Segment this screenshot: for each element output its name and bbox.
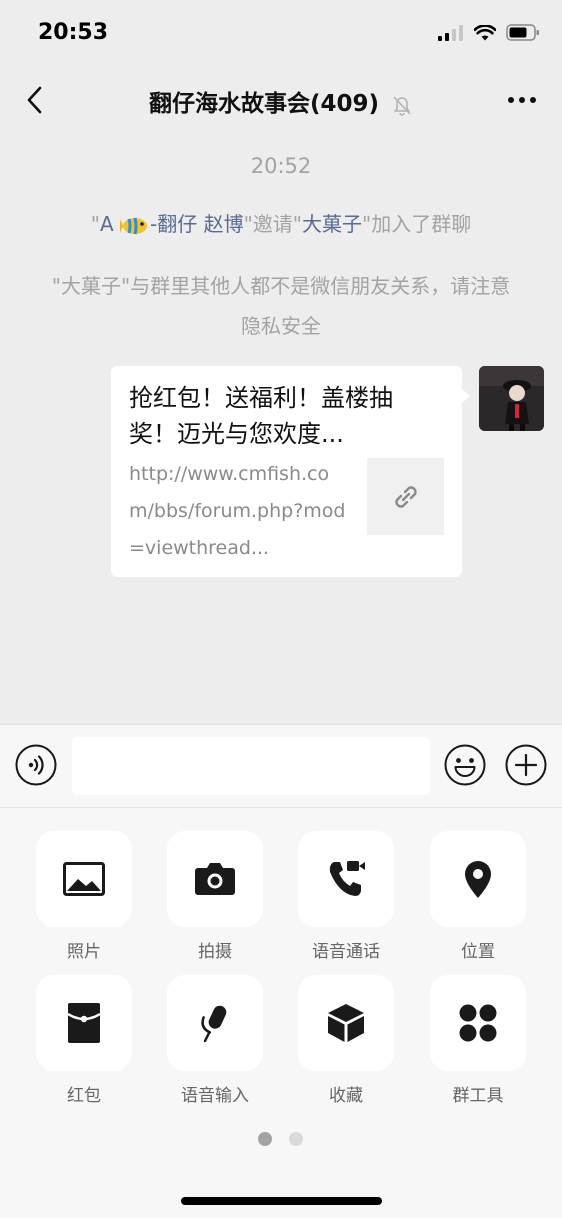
tile-label: 拍摄 [198, 942, 232, 962]
battery-icon [506, 24, 539, 41]
tile-voice-call[interactable]: 语音通话 [298, 831, 394, 962]
more-options-button[interactable] [502, 86, 542, 114]
link-card-message[interactable]: 抢红包！送福利！盖楼抽奖！迈光与您欢度... http://www.cmfish… [111, 366, 470, 577]
tile-location[interactable]: 位置 [430, 831, 526, 962]
invite-text: "邀请" [243, 212, 303, 236]
tile-box [36, 831, 132, 927]
tile-box [167, 975, 263, 1071]
tile-box [298, 975, 394, 1071]
tile-label: 语音输入 [181, 1086, 249, 1106]
emoji-button[interactable] [444, 744, 486, 786]
group-tools-icon [459, 1004, 497, 1042]
voice-call-icon [329, 861, 365, 896]
tile-group-tools[interactable]: 群工具 [430, 975, 526, 1106]
avatar-image [479, 366, 544, 431]
plus-icon [505, 744, 547, 786]
mute-bell-icon [393, 95, 411, 116]
message-timestamp: 20:52 [250, 154, 312, 178]
invitee-name[interactable]: 大菓子 [302, 212, 362, 236]
home-indicator[interactable] [181, 1197, 382, 1205]
cellular-signal-icon [438, 24, 463, 41]
link-card-url: http://www.cmfish.com/bbs/forum.php?mod=… [129, 463, 346, 559]
tile-label: 语音通话 [312, 942, 380, 962]
tile-box [430, 831, 526, 927]
tile-label: 收藏 [329, 1086, 363, 1106]
tile-label: 位置 [461, 942, 495, 962]
chat-title: 翻仔海水故事会(409) [0, 84, 562, 118]
page-indicator [258, 1132, 303, 1146]
group-name: 翻仔海水故事会(409) [148, 91, 380, 117]
message-input[interactable] [72, 737, 430, 795]
more-functions-button[interactable] [505, 744, 547, 786]
system-invite-message: "A -翻仔 赵博"邀请"大菓子"加入了群聊 [0, 208, 562, 238]
inviter-name[interactable]: A [100, 212, 114, 236]
invite-tail: "加入了群聊 [362, 212, 472, 236]
tile-photos[interactable]: 照片 [36, 831, 132, 962]
privacy-notice: "大菓子"与群里其他人都不是微信朋友关系，请注意隐私安全 [51, 274, 511, 338]
tile-camera[interactable]: 拍摄 [167, 831, 263, 962]
location-icon [465, 861, 491, 898]
sender-avatar[interactable] [479, 366, 544, 431]
voice-icon [15, 744, 57, 786]
tile-voice-input[interactable]: 语音输入 [167, 975, 263, 1106]
camera-icon [195, 863, 235, 895]
page-dot[interactable] [289, 1132, 303, 1146]
chat-header: 翻仔海水故事会(409) [0, 66, 562, 132]
red-packet-icon [67, 1003, 101, 1043]
link-card-title: 抢红包！送福利！盖楼抽奖！迈光与您欢度... [129, 384, 393, 448]
quote-mark: " [90, 212, 100, 236]
inviter-name-suffix[interactable]: -翻仔 赵博 [150, 212, 244, 236]
link-icon [394, 485, 417, 508]
tile-favorites[interactable]: 收藏 [298, 975, 394, 1106]
status-bar: 20:53 [0, 0, 562, 66]
tile-box [36, 975, 132, 1071]
photo-icon [63, 862, 105, 896]
fish-emoji-icon [120, 217, 148, 234]
voice-input-icon [201, 1005, 227, 1043]
emoji-icon [444, 744, 486, 786]
tile-label: 红包 [67, 1086, 101, 1106]
input-bar [0, 724, 562, 808]
tile-box [298, 831, 394, 927]
tile-box [167, 831, 263, 927]
status-time: 20:53 [38, 20, 109, 45]
tile-label: 照片 [67, 942, 101, 962]
voice-mode-button[interactable] [15, 744, 57, 786]
tile-label: 群工具 [452, 1086, 504, 1106]
link-thumbnail [367, 458, 444, 535]
page-dot-active[interactable] [258, 1132, 272, 1146]
tile-box [430, 975, 526, 1071]
tile-red-packet[interactable]: 红包 [36, 975, 132, 1106]
function-panel: 照片 拍摄 语音通话 位置 红包 语音输入 收藏 群工具 [0, 808, 562, 1218]
status-icons [438, 24, 540, 41]
more-dots-icon [508, 97, 536, 103]
wifi-icon [474, 24, 496, 40]
chat-message-area[interactable]: 20:52 "A -翻仔 赵博"邀请"大菓子"加入了群聊 "大菓子"与群里其他人… [0, 132, 562, 724]
favorites-icon [328, 1004, 364, 1042]
